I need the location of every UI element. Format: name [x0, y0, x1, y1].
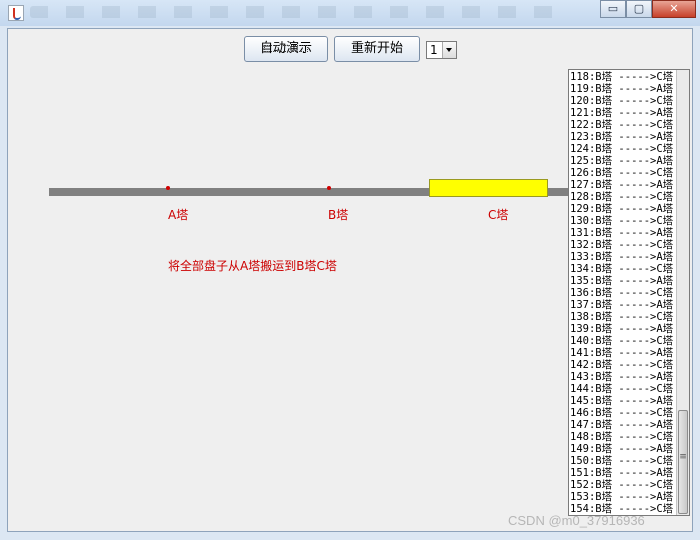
log-line: 140:B塔 ----->C塔 — [570, 335, 674, 347]
log-line: 151:B塔 ----->A塔 — [570, 467, 674, 479]
log-line: 141:B塔 ----->A塔 — [570, 347, 674, 359]
log-line: 144:B塔 ----->C塔 — [570, 383, 674, 395]
log-line: 126:B塔 ----->C塔 — [570, 167, 674, 179]
log-line: 129:B塔 ----->A塔 — [570, 203, 674, 215]
log-line: 136:B塔 ----->C塔 — [570, 287, 674, 299]
disk-count-select[interactable]: 1 — [426, 41, 457, 59]
tower-a-label: A塔 — [168, 208, 189, 222]
disk-count-value: 1 — [430, 43, 438, 57]
log-line: 152:B塔 ----->C塔 — [570, 479, 674, 491]
log-line: 135:B塔 ----->A塔 — [570, 275, 674, 287]
tower-b-label: B塔 — [328, 208, 349, 222]
tower-b-peg — [327, 186, 331, 190]
log-line: 122:B塔 ----->C塔 — [570, 119, 674, 131]
auto-demo-label: 自动演示 — [259, 41, 312, 56]
window-controls: ▭ ▢ ✕ — [600, 0, 696, 20]
log-line: 150:B塔 ----->C塔 — [570, 455, 674, 467]
log-line: 121:B塔 ----->A塔 — [570, 107, 674, 119]
log-line: 133:B塔 ----->A塔 — [570, 251, 674, 263]
log-line: 118:B塔 ----->C塔 — [570, 71, 674, 83]
blurred-title — [30, 6, 570, 18]
close-button[interactable]: ✕ — [652, 0, 696, 18]
log-line: 149:B塔 ----->A塔 — [570, 443, 674, 455]
log-line: 134:B塔 ----->C塔 — [570, 263, 674, 275]
log-line: 137:B塔 ----->A塔 — [570, 299, 674, 311]
java-app-icon[interactable] — [8, 5, 24, 21]
log-line: 128:B塔 ----->C塔 — [570, 191, 674, 203]
watermark: CSDN @m0_37916936 — [508, 513, 645, 528]
log-line: 146:B塔 ----->C塔 — [570, 407, 674, 419]
log-line: 130:B塔 ----->C塔 — [570, 215, 674, 227]
minimize-button[interactable]: ▭ — [600, 0, 626, 18]
log-line: 145:B塔 ----->A塔 — [570, 395, 674, 407]
log-line: 123:B塔 ----->A塔 — [570, 131, 674, 143]
log-line: 125:B塔 ----->A塔 — [570, 155, 674, 167]
log-line: 119:B塔 ----->A塔 — [570, 83, 674, 95]
title-bar[interactable]: ▭ ▢ ✕ — [0, 0, 700, 26]
log-line: 142:B塔 ----->C塔 — [570, 359, 674, 371]
log-line: 147:B塔 ----->A塔 — [570, 419, 674, 431]
log-line: 153:B塔 ----->A塔 — [570, 491, 674, 503]
log-line: 139:B塔 ----->A塔 — [570, 323, 674, 335]
log-line: 148:B塔 ----->C塔 — [570, 431, 674, 443]
log-line: 131:B塔 ----->A塔 — [570, 227, 674, 239]
tower-c-label: C塔 — [488, 208, 509, 222]
restart-button[interactable]: 重新开始 — [334, 36, 420, 62]
client-area: 自动演示 重新开始 1 A塔 B塔 C塔 将全部盘子从A塔搬运到B塔C塔 118… — [7, 28, 693, 532]
disk[interactable] — [429, 179, 548, 197]
log-line: 127:B塔 ----->A塔 — [570, 179, 674, 191]
chevron-down-icon[interactable] — [442, 42, 456, 58]
tower-a-peg — [166, 186, 170, 190]
move-log[interactable]: 118:B塔 ----->C塔 119:B塔 ----->A塔 120:B塔 ---… — [568, 69, 690, 516]
scrollbar-thumb[interactable] — [678, 410, 688, 514]
log-line: 124:B塔 ----->C塔 — [570, 143, 674, 155]
log-line: 143:B塔 ----->A塔 — [570, 371, 674, 383]
log-line: 120:B塔 ----->C塔 — [570, 95, 674, 107]
log-line: 138:B塔 ----->C塔 — [570, 311, 674, 323]
instruction-text: 将全部盘子从A塔搬运到B塔C塔 — [168, 259, 337, 273]
maximize-button[interactable]: ▢ — [626, 0, 652, 18]
log-scrollbar[interactable] — [676, 70, 689, 515]
log-line: 132:B塔 ----->C塔 — [570, 239, 674, 251]
auto-demo-button[interactable]: 自动演示 — [244, 36, 328, 62]
move-log-lines: 118:B塔 ----->C塔 119:B塔 ----->A塔 120:B塔 ---… — [570, 71, 678, 515]
